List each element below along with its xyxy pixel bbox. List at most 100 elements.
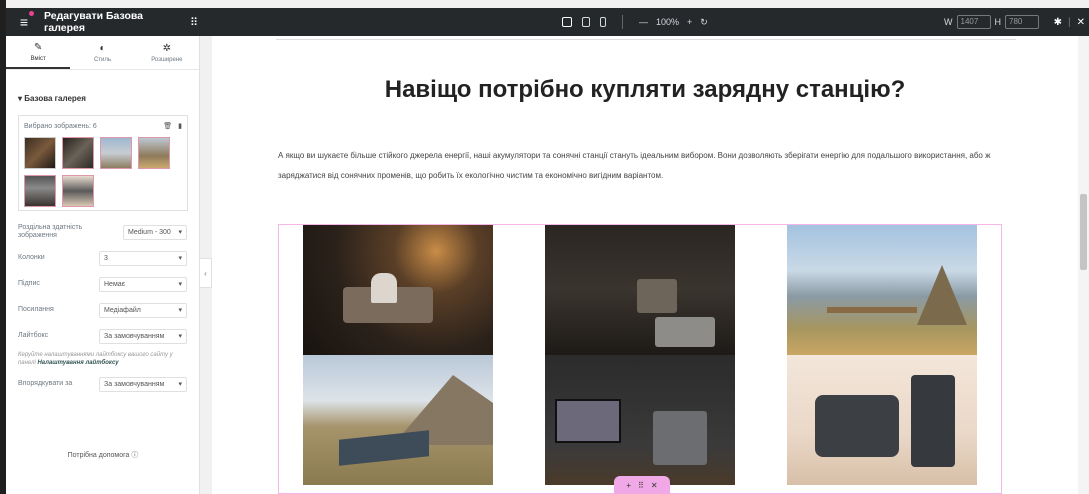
lightbox-row: Лайтбокс За замовчуванням ▾ bbox=[18, 323, 187, 349]
gallery-section: ▾ Базова галерея Вибрано зображень: 6 🗑 … bbox=[6, 70, 199, 397]
thumbnail[interactable] bbox=[138, 137, 170, 169]
select-value: Medium - 300 bbox=[128, 228, 171, 236]
resolution-select[interactable]: Medium - 300 ▾ bbox=[123, 224, 187, 240]
tab-label: Розширене bbox=[151, 56, 183, 63]
thumbnail[interactable] bbox=[24, 137, 56, 169]
canvas-scrollbar[interactable] bbox=[1078, 36, 1089, 494]
lightbox-note: Керуйте налаштуваннями лайтбоксу вашого … bbox=[18, 351, 187, 367]
select-value: За замовчуванням bbox=[104, 332, 165, 340]
width-input[interactable]: 1407 bbox=[956, 15, 991, 29]
help-text: Потрібна допомога bbox=[67, 452, 130, 459]
scrollbar-thumb[interactable] bbox=[1080, 194, 1087, 270]
gallery-widget[interactable] bbox=[278, 224, 1002, 494]
collapse-panel-button[interactable]: ‹ bbox=[200, 258, 212, 288]
field-label: Підпис bbox=[18, 280, 40, 287]
section-divider bbox=[276, 36, 1016, 40]
drag-handle-icon[interactable]: ⠿ bbox=[638, 481, 644, 490]
columns-select[interactable]: 3 ▾ bbox=[99, 250, 187, 266]
page-heading[interactable]: Навіщо потрібно купляти зарядну станцію? bbox=[212, 76, 1078, 104]
link-select[interactable]: Медіафайл ▾ bbox=[99, 302, 187, 318]
chevron-down-icon: ▾ bbox=[178, 307, 182, 314]
gallery-picker[interactable]: Вибрано зображень: 6 🗑 ▮ bbox=[18, 115, 188, 211]
order-select[interactable]: За замовчуванням ▾ bbox=[99, 376, 187, 392]
widgets-grid-icon[interactable]: ⠿ bbox=[190, 16, 198, 29]
notification-dot bbox=[29, 11, 34, 16]
field-label: Колонки bbox=[18, 254, 45, 261]
thumbnail[interactable] bbox=[62, 137, 94, 169]
tab-content[interactable]: ✎ Вміст bbox=[6, 36, 71, 69]
gallery-count: Вибрано зображень: 6 bbox=[24, 122, 97, 130]
order-row: Впорядкувати за За замовчуванням ▾ bbox=[18, 371, 187, 397]
lightbox-settings-link[interactable]: Налаштування лайтбоксу bbox=[37, 360, 118, 366]
help-link[interactable]: Потрібна допомога ⓘ bbox=[6, 450, 200, 460]
tab-style[interactable]: ◐ Стиль bbox=[70, 36, 134, 69]
width-label: W bbox=[944, 17, 953, 27]
tablet-icon[interactable] bbox=[582, 17, 590, 27]
tab-advanced[interactable]: ✲ Розширене bbox=[135, 36, 199, 69]
field-label: Впорядкувати за bbox=[18, 380, 73, 387]
thumbnail[interactable] bbox=[24, 175, 56, 207]
canvas-dimensions: W 1407 H 780 bbox=[944, 15, 1039, 29]
link-row: Посилання Медіафайл ▾ bbox=[18, 297, 187, 323]
pencil-icon: ✎ bbox=[33, 41, 43, 53]
trash-icon[interactable]: ▮ bbox=[178, 122, 182, 130]
panel-tabs: ✎ Вміст ◐ Стиль ✲ Розширене bbox=[6, 36, 199, 70]
thumbnail[interactable] bbox=[100, 137, 132, 169]
chevron-down-icon: ▾ bbox=[178, 255, 182, 262]
settings-icon[interactable]: ✱ bbox=[1054, 17, 1062, 28]
zoom-out-icon[interactable]: — bbox=[639, 17, 648, 27]
divider bbox=[622, 15, 623, 29]
zoom-in-icon[interactable]: + bbox=[687, 17, 692, 27]
gear-icon: ✲ bbox=[162, 42, 172, 54]
menu-icon[interactable]: ≡ bbox=[12, 11, 36, 30]
gallery-image[interactable] bbox=[545, 355, 735, 485]
chevron-down-icon: ▾ bbox=[178, 229, 182, 236]
zoom-controls: — 100% + ↻ bbox=[639, 17, 708, 28]
caption-row: Підпис Немає ▾ bbox=[18, 271, 187, 297]
close-icon[interactable]: ✕ bbox=[1077, 17, 1085, 28]
reset-zoom-icon[interactable]: ↻ bbox=[700, 17, 708, 28]
chevron-down-icon: ▾ bbox=[178, 281, 182, 288]
lightbox-select[interactable]: За замовчуванням ▾ bbox=[99, 328, 187, 344]
gallery-image[interactable] bbox=[787, 355, 977, 485]
field-label: Посилання bbox=[18, 306, 54, 313]
widget-handles: + ⠿ ✕ bbox=[614, 476, 670, 494]
select-value: За замовчуванням bbox=[104, 380, 165, 388]
preview-canvas: Навіщо потрібно купляти зарядну станцію?… bbox=[212, 36, 1078, 494]
divider: | bbox=[1068, 16, 1071, 28]
thumbnail[interactable] bbox=[62, 175, 94, 207]
field-label: Роздільна здатність зображення bbox=[18, 224, 83, 239]
zoom-level: 100% bbox=[656, 17, 680, 27]
gallery-image[interactable] bbox=[787, 225, 977, 355]
select-value: Немає bbox=[104, 280, 126, 288]
chevron-down-icon: ▾ bbox=[178, 381, 182, 388]
gallery-actions: 🗑 ▮ bbox=[163, 122, 182, 130]
device-switcher: — 100% + ↻ bbox=[562, 15, 708, 29]
editor-app: ≡ Редагувати Базова галерея ⠿ — 100% + ↻… bbox=[0, 0, 1089, 494]
gallery-image[interactable] bbox=[545, 225, 735, 355]
resolution-row: Роздільна здатність зображення Medium - … bbox=[18, 219, 187, 245]
height-label: H bbox=[994, 17, 1002, 27]
field-label: Лайтбокс bbox=[18, 332, 49, 339]
mobile-icon[interactable] bbox=[600, 17, 606, 27]
panel-title: Редагувати Базова галерея bbox=[44, 10, 144, 34]
gallery-image[interactable] bbox=[303, 225, 493, 355]
chevron-down-icon: ▾ bbox=[178, 333, 182, 340]
select-value: Медіафайл bbox=[104, 306, 141, 314]
remove-icon[interactable]: ✕ bbox=[651, 481, 658, 490]
add-icon[interactable]: + bbox=[626, 481, 631, 490]
select-value: 3 bbox=[104, 254, 108, 262]
tab-label: Вміст bbox=[30, 55, 46, 62]
columns-row: Колонки 3 ▾ bbox=[18, 245, 187, 271]
question-icon: ⓘ bbox=[131, 452, 139, 459]
gallery-image[interactable] bbox=[303, 355, 493, 485]
page-paragraph[interactable]: А якщо ви шукаєте більше стійкого джерел… bbox=[278, 146, 1038, 186]
gallery-picker-header: Вибрано зображень: 6 🗑 ▮ bbox=[24, 119, 182, 133]
top-bar: ≡ Редагувати Базова галерея ⠿ — 100% + ↻… bbox=[6, 8, 1089, 36]
desktop-icon[interactable] bbox=[562, 17, 572, 27]
delete-icon[interactable]: 🗑 bbox=[163, 122, 172, 130]
caption-select[interactable]: Немає ▾ bbox=[99, 276, 187, 292]
height-input[interactable]: 780 bbox=[1005, 15, 1039, 29]
section-title[interactable]: ▾ Базова галерея bbox=[18, 94, 187, 103]
editor-sidebar: ✎ Вміст ◐ Стиль ✲ Розширене ▾ Базова гал… bbox=[6, 36, 200, 494]
